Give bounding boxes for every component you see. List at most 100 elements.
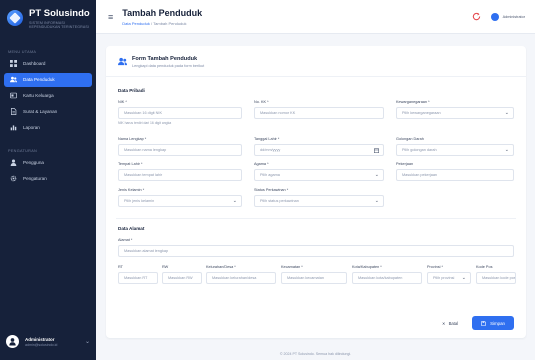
no-kk-field: No. KK * Masukkan nomor KK [254, 100, 384, 119]
app-root: PT Solusindo SISTEM INFORMASI KEPENDUDUK… [0, 0, 535, 360]
golongan-darah-label: Golongan Darah [396, 137, 424, 141]
avatar[interactable] [490, 12, 499, 21]
sidebar-item-dashboard[interactable]: Dashboard [4, 57, 92, 71]
sidebar-item-label: Pengaturan [23, 176, 47, 182]
user-name: Administrator [25, 336, 55, 342]
form-header: Form Tambah Penduduk Lengkapi data pendu… [106, 46, 526, 77]
chevron-down-icon: ⌄ [504, 110, 509, 116]
grid-icon [9, 60, 17, 68]
kelurahan-input[interactable]: Masukkan kelurahan/desa [206, 272, 276, 284]
rw-input[interactable]: Masukkan RW [162, 272, 202, 284]
pekerjaan-label: Pekerjaan [396, 162, 414, 166]
tanggal-lahir-label: Tanggal Lahir * [254, 137, 280, 141]
tempat-lahir-label: Tempat Lahir * [118, 162, 143, 166]
rw-field: RW Masukkan RW [162, 265, 202, 284]
pekerjaan-field: Pekerjaan Masukkan pekerjaan [396, 162, 514, 181]
kode-pos-field: Kode Pos Masukkan kode pos [476, 265, 516, 284]
alamat-label: Alamat * [118, 238, 133, 242]
sidebar-item-label: Pengguna [23, 160, 44, 166]
section-divider [116, 218, 516, 219]
tanggal-lahir-input[interactable]: dd/mm/yyyy [254, 144, 384, 156]
sidebar-item-pengaturan[interactable]: Pengaturan [4, 172, 92, 186]
nama-input[interactable]: Masukkan nama lengkap [118, 144, 242, 156]
kelurahan-field: Kelurahan/Desa * Masukkan kelurahan/desa [206, 265, 276, 284]
kelurahan-label: Kelurahan/Desa * [206, 265, 236, 269]
save-icon [481, 320, 486, 326]
sidebar-item-data-penduduk[interactable]: Data Penduduk [4, 72, 92, 87]
avatar [6, 335, 19, 348]
kecamatan-input[interactable]: Masukkan kecamatan [281, 272, 347, 284]
section-title-data-alamat: Data Alamat [118, 226, 145, 231]
kota-label: Kota/Kabupaten * [352, 265, 382, 269]
save-button[interactable]: Simpan [472, 316, 514, 330]
kewarganegaraan-value: Pilih kewarganegaraan [402, 111, 441, 115]
kode-pos-input[interactable]: Masukkan kode pos [476, 272, 516, 284]
provinsi-field: Provinsi * Pilih provinsi ⌄ [427, 265, 471, 284]
sidebar-item-surat-layanan[interactable]: Surat & Layanan [4, 105, 92, 119]
chevron-down-icon: ⌄ [232, 198, 237, 204]
kewarganegaraan-field: Kewarganegaraan * Pilih kewarganegaraan … [396, 100, 514, 119]
sidebar-item-label: Surat & Layanan [23, 109, 58, 115]
breadcrumb-link-data-penduduk[interactable]: Data Penduduk [122, 21, 150, 26]
users-icon [9, 76, 17, 84]
sidebar: PT Solusindo SISTEM INFORMASI KEPENDUDUK… [0, 0, 96, 360]
rt-label: RT [118, 265, 123, 269]
sidebar-section-other: PENGATURAN [8, 148, 38, 153]
topbar: ≡ Tambah Penduduk Data Penduduk / Tambah… [96, 0, 535, 34]
jenis-kelamin-value: Pilih jenis kelamin [124, 199, 155, 203]
close-icon: ✕ [442, 320, 446, 326]
chart-icon [9, 124, 17, 132]
breadcrumb-current: Tambah Penduduk [153, 20, 187, 26]
sidebar-item-label: Dashboard [23, 61, 46, 67]
golongan-darah-field: Golongan Darah Pilih golongan darah ⌄ [396, 137, 514, 156]
footer-copyright: © 2024 PT Solusindo. Semua hak dilindung… [279, 352, 352, 356]
agama-label: Agama * [254, 162, 269, 166]
sidebar-item-pengguna[interactable]: Pengguna [4, 156, 92, 170]
tempat-lahir-input[interactable]: Masukkan tempat lahir [118, 169, 242, 181]
status-perkawinan-field: Status Perkawinan * Pilih status perkawi… [254, 188, 384, 207]
provinsi-label: Provinsi * [427, 265, 444, 269]
sidebar-item-kartu-keluarga[interactable]: Kartu Keluarga [4, 89, 92, 103]
section-title-data-pribadi: Data Pribadi [118, 88, 145, 93]
chevron-down-icon: ⌄ [374, 172, 379, 178]
rt-input[interactable]: Masukkan RT [118, 272, 158, 284]
rw-label: RW [162, 265, 169, 269]
breadcrumb: Data Penduduk / Tambah Penduduk [122, 21, 202, 26]
no-kk-input[interactable]: Masukkan nomor KK [254, 107, 384, 119]
calendar-icon[interactable] [374, 148, 379, 153]
refresh-icon[interactable] [472, 12, 481, 21]
card-icon [9, 92, 17, 100]
user-email: admin@solusindo.id [25, 342, 58, 347]
nik-label: NIK * [118, 100, 127, 104]
kewarganegaraan-label: Kewarganegaraan * [396, 100, 430, 104]
sidebar-item-laporan[interactable]: Laporan [4, 121, 92, 135]
nik-input[interactable]: Masukkan 16 digit NIK [118, 107, 242, 119]
kota-input[interactable]: Masukkan kota/kabupaten [352, 272, 422, 284]
brand-subtitle: SISTEM INFORMASI KEPENDUDUKAN TERINTEGRA… [29, 21, 89, 30]
sidebar-user[interactable]: Administrator admin@solusindo.id ⌄ [6, 335, 90, 348]
page-title: Tambah Penduduk [122, 7, 203, 18]
golongan-darah-value: Pilih golongan darah [402, 148, 437, 152]
pekerjaan-input[interactable]: Masukkan pekerjaan [396, 169, 514, 181]
golongan-darah-select[interactable]: Pilih golongan darah ⌄ [396, 144, 514, 156]
nama-field: Nama Lengkap * Masukkan nama lengkap [118, 137, 242, 156]
brand-logo-icon [7, 10, 23, 26]
cancel-button[interactable]: ✕ Batal [442, 321, 458, 326]
status-perkawinan-label: Status Perkawinan * [254, 188, 289, 192]
breadcrumb-separator: / [150, 20, 153, 26]
kecamatan-label: Kecamatan * [281, 265, 303, 269]
nik-field: NIK * Masukkan 16 digit NIK NIK harus te… [118, 100, 242, 125]
menu-icon[interactable]: ≡ [108, 12, 113, 22]
status-perkawinan-value: Pilih status perkawinan [260, 199, 299, 203]
jenis-kelamin-select[interactable]: Pilih jenis kelamin ⌄ [118, 195, 242, 207]
tanggal-lahir-field: Tanggal Lahir * dd/mm/yyyy [254, 137, 384, 156]
provinsi-select[interactable]: Pilih provinsi ⌄ [427, 272, 471, 284]
agama-select[interactable]: Pilih agama ⌄ [254, 169, 384, 181]
status-perkawinan-select[interactable]: Pilih status perkawinan ⌄ [254, 195, 384, 207]
kewarganegaraan-select[interactable]: Pilih kewarganegaraan ⌄ [396, 107, 514, 119]
topbar-user-label[interactable]: Administrator [503, 15, 525, 19]
users-icon [118, 57, 127, 66]
chevron-down-icon: ⌄ [504, 147, 509, 153]
alamat-input[interactable]: Masukkan alamat lengkap [118, 245, 514, 257]
kota-field: Kota/Kabupaten * Masukkan kota/kabupaten [352, 265, 422, 284]
